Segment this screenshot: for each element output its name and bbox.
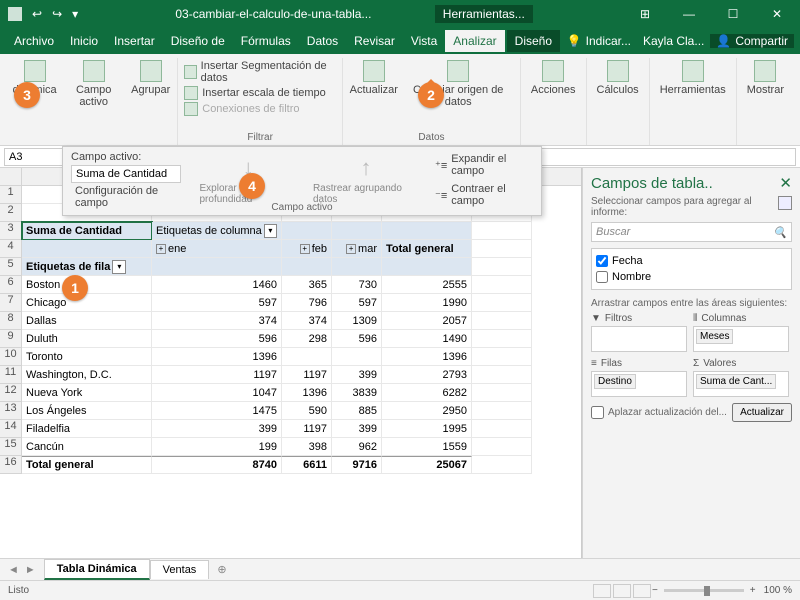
ribbon-options-icon[interactable]: ⊞ xyxy=(630,7,660,21)
sheet-next-icon[interactable]: ► xyxy=(25,564,36,576)
field-pane-title: Campos de tabla.. xyxy=(591,175,713,192)
minimize-icon[interactable]: — xyxy=(674,7,704,21)
actualizar-button[interactable]: Actualizar xyxy=(349,58,398,130)
document-title: 03-cambiar-el-calculo-de-una-tabla... xyxy=(175,7,371,21)
zoom-slider[interactable] xyxy=(664,589,744,592)
area-columnas[interactable]: ⦀ Columnas Meses xyxy=(693,313,789,352)
update-button[interactable]: Actualizar xyxy=(732,403,792,422)
pivot-field-pane: Campos de tabla.. ✕ Seleccionar campos p… xyxy=(582,168,800,558)
spreadsheet-grid[interactable]: A B C D E F 123Suma de CantidadEtiquetas… xyxy=(0,168,582,558)
campo-activo-dropdown: Campo activo: Configuración de campo ↓Ex… xyxy=(62,146,542,216)
tab-analizar[interactable]: Analizar xyxy=(445,30,504,52)
area-filas[interactable]: ≡ Filas Destino xyxy=(591,358,687,397)
view-break-icon[interactable] xyxy=(633,584,651,598)
field-fecha[interactable]: Fecha xyxy=(596,253,787,269)
add-sheet-icon[interactable]: ⊕ xyxy=(209,563,234,576)
contraer-campo-button[interactable]: ⁻≡ Contraer el campo xyxy=(435,183,533,207)
tab-datos[interactable]: Datos xyxy=(299,30,346,52)
contextual-tab-label: Herramientas... xyxy=(435,5,533,23)
tab-diseno[interactable]: Diseño xyxy=(507,30,560,52)
callout-1: 1 xyxy=(62,275,88,301)
save-icon[interactable] xyxy=(8,7,22,21)
segmentacion-button[interactable]: Insertar Segmentación de datos xyxy=(184,60,336,84)
ribbon: dinámica Campo activo Agrupar Insertar S… xyxy=(0,54,800,146)
sheet-tab-ventas[interactable]: Ventas xyxy=(150,560,210,579)
filtrar-group-label: Filtrar xyxy=(247,130,273,145)
callout-4: 4 xyxy=(239,173,265,199)
sheet-tab-bar: ◄ ► Tabla Dinámica Ventas ⊕ xyxy=(0,558,800,580)
status-bar: Listo − + 100 % xyxy=(0,580,800,600)
field-pane-subtitle: Seleccionar campos para agregar al infor… xyxy=(591,196,772,218)
menu-bar: Archivo Inicio Insertar Diseño de Fórmul… xyxy=(0,28,800,54)
title-bar: ↩ ↪ ▾ 03-cambiar-el-calculo-de-una-tabla… xyxy=(0,0,800,28)
campo-activo-button[interactable]: Campo activo xyxy=(61,58,126,145)
tab-insertar[interactable]: Insertar xyxy=(106,30,163,52)
share-button[interactable]: 👤 Compartir xyxy=(710,34,794,48)
callout-3: 3 xyxy=(14,82,40,108)
field-pane-close-icon[interactable]: ✕ xyxy=(779,174,792,192)
zoom-level: 100 % xyxy=(764,585,792,596)
field-nombre[interactable]: Nombre xyxy=(596,269,787,285)
tab-inicio[interactable]: Inicio xyxy=(62,30,106,52)
maximize-icon[interactable]: ☐ xyxy=(718,7,748,21)
campo-activo-label: Campo activo: xyxy=(71,151,184,163)
expandir-campo-button[interactable]: ⁺≡ Expandir el campo xyxy=(435,153,533,177)
sheet-tab-tabla-dinamica[interactable]: Tabla Dinámica xyxy=(44,559,150,580)
defer-checkbox[interactable] xyxy=(591,406,604,419)
datos-group-label: Datos xyxy=(418,130,444,145)
view-layout-icon[interactable] xyxy=(613,584,631,598)
campo-activo-group-label: Campo activo xyxy=(271,202,332,213)
campo-activo-input[interactable] xyxy=(71,165,181,183)
drag-hint: Arrastrar campos entre las áreas siguien… xyxy=(591,298,792,309)
field-pane-options-icon[interactable] xyxy=(778,196,792,210)
tab-vista[interactable]: Vista xyxy=(403,30,445,52)
close-icon[interactable]: ✕ xyxy=(762,7,792,21)
area-valores[interactable]: Σ Valores Suma de Cant... xyxy=(693,358,789,397)
tab-archivo[interactable]: Archivo xyxy=(6,30,62,52)
area-filtros[interactable]: ▼ Filtros xyxy=(591,313,687,352)
defer-label: Aplazar actualización del... xyxy=(608,407,727,418)
acciones-button[interactable]: Acciones xyxy=(527,58,580,145)
zoom-in-icon[interactable]: + xyxy=(750,585,756,596)
mostrar-button[interactable]: Mostrar xyxy=(743,58,788,145)
configuracion-campo-button[interactable]: Configuración de campo xyxy=(71,185,184,209)
agrupar-button[interactable]: Agrupar xyxy=(130,58,171,145)
conexiones-filtro-button[interactable]: Conexiones de filtro xyxy=(184,102,336,116)
escala-tiempo-button[interactable]: Insertar escala de tiempo xyxy=(184,86,336,100)
tab-diseno-pagina[interactable]: Diseño de xyxy=(163,30,233,52)
calculos-button[interactable]: Cálculos xyxy=(593,58,643,145)
tab-revisar[interactable]: Revisar xyxy=(346,30,403,52)
redo-icon[interactable]: ↪ xyxy=(52,7,62,21)
field-list[interactable]: Fecha Nombre xyxy=(591,248,792,290)
callout-2: 2 xyxy=(418,82,444,108)
field-search-input[interactable]: Buscar🔍 xyxy=(591,222,792,242)
rastrear-datos-button[interactable]: ↑Rastrear agrupando datos xyxy=(313,155,419,205)
sheet-prev-icon[interactable]: ◄ xyxy=(8,564,19,576)
view-normal-icon[interactable] xyxy=(593,584,611,598)
herramientas-button[interactable]: Herramientas xyxy=(656,58,730,145)
zoom-out-icon[interactable]: − xyxy=(652,585,658,596)
undo-icon[interactable]: ↩ xyxy=(32,7,42,21)
tell-me[interactable]: 💡 Indicar... xyxy=(561,34,637,48)
user-account[interactable]: Kayla Cla... xyxy=(637,34,710,48)
status-ready: Listo xyxy=(8,585,29,596)
tab-formulas[interactable]: Fórmulas xyxy=(233,30,299,52)
